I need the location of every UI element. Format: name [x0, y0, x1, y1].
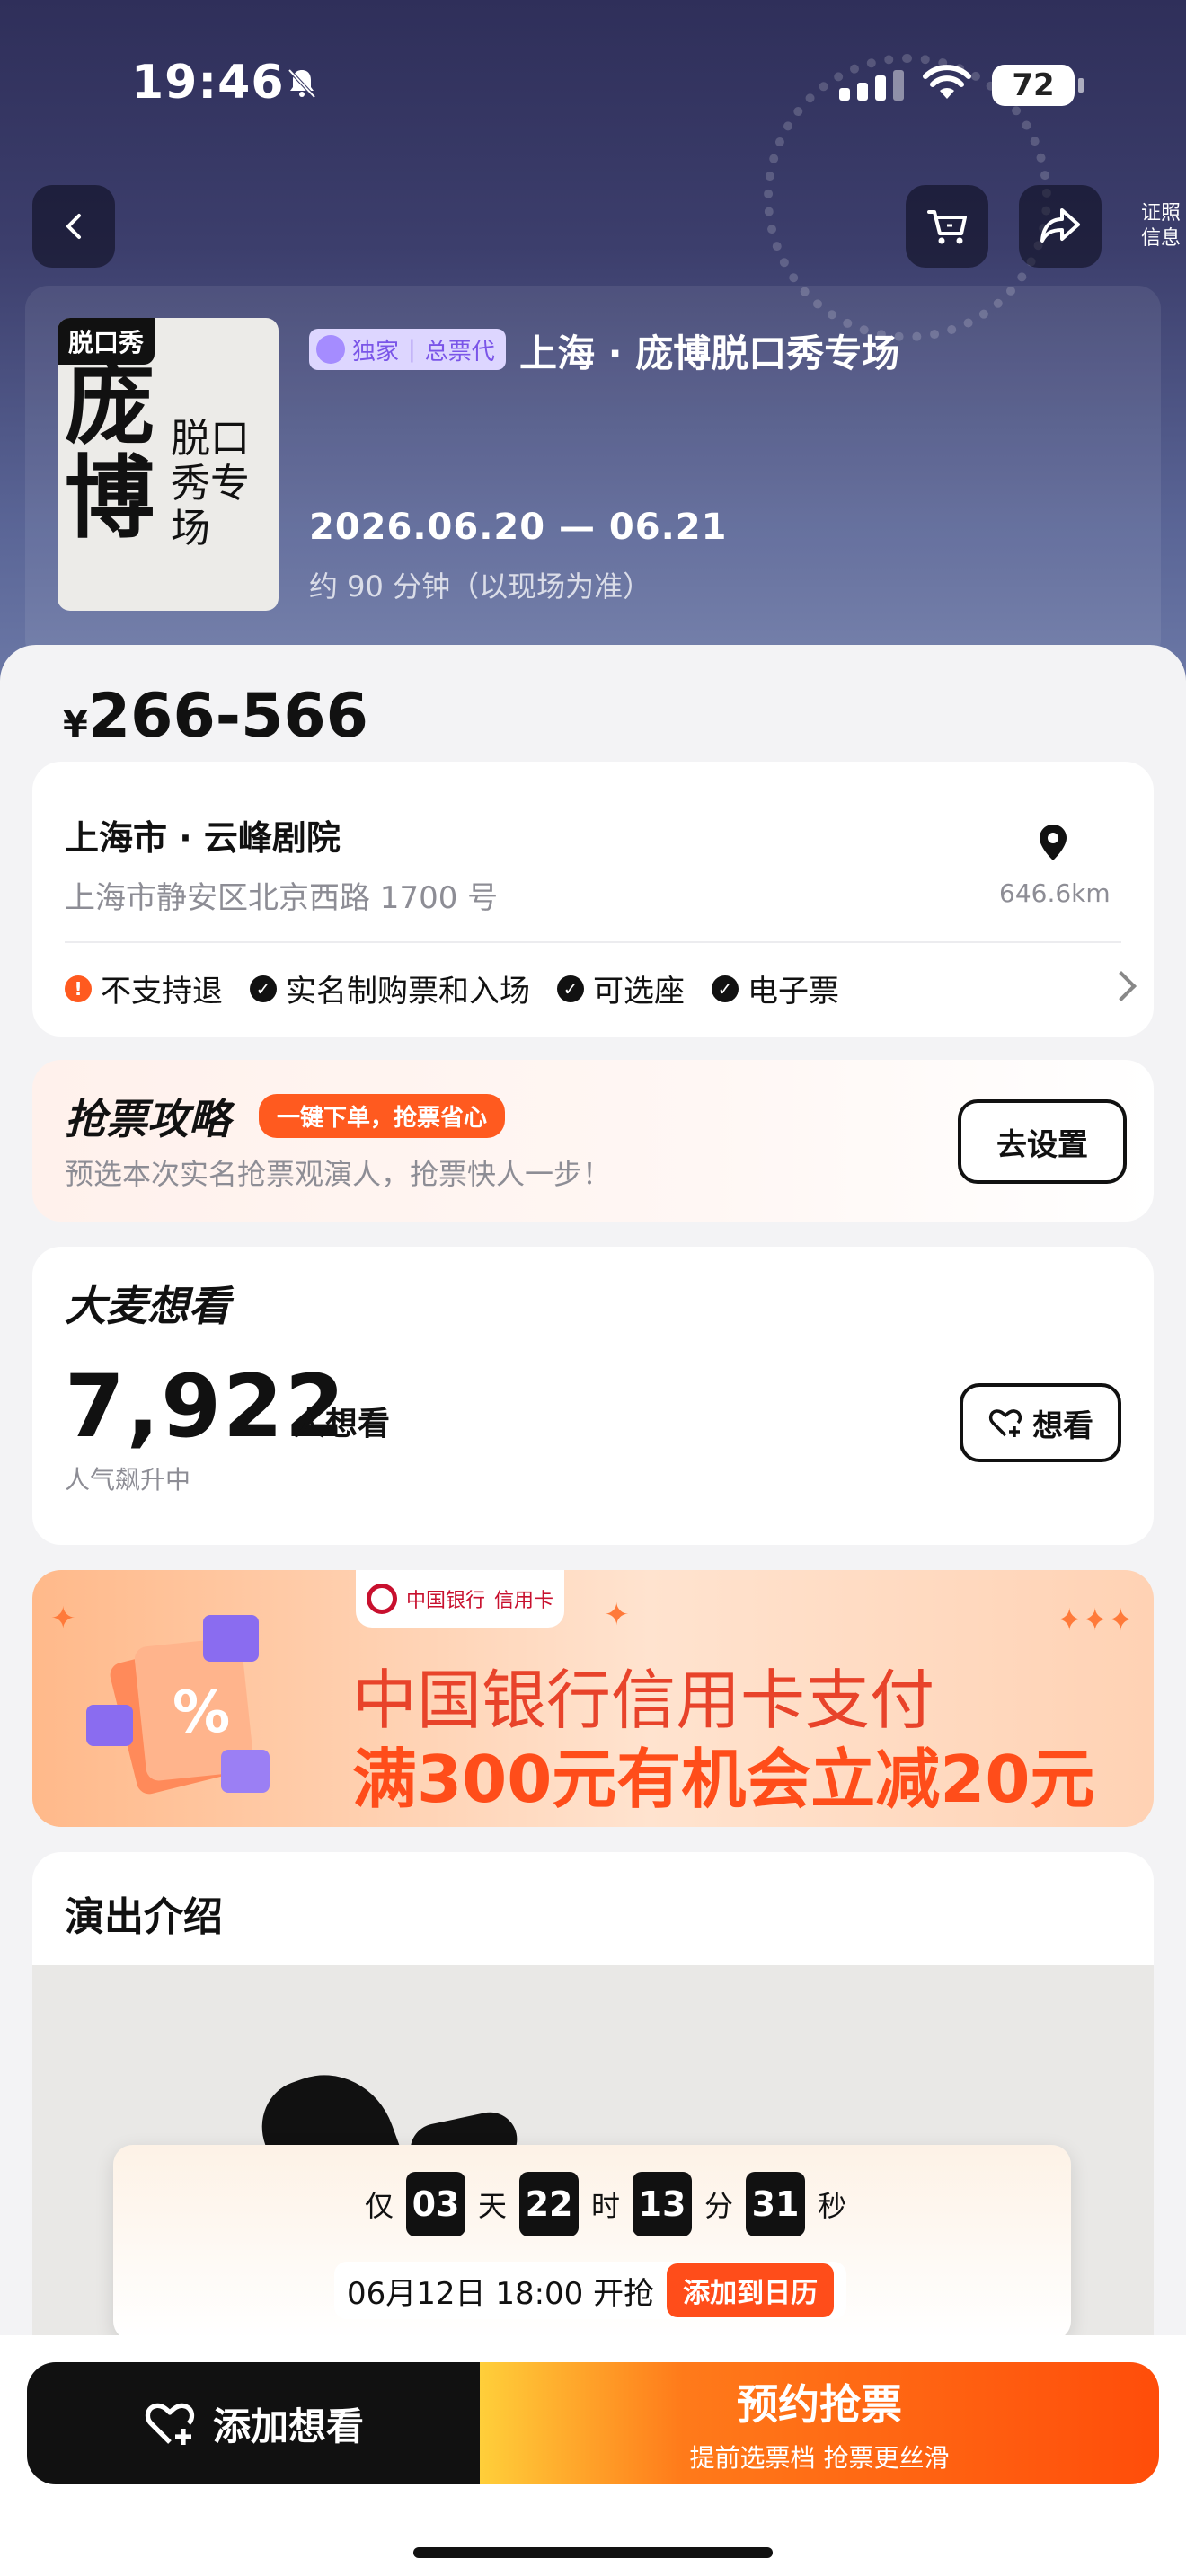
- policy-tag-real-name: ✓ 实名制购票和入场: [250, 966, 530, 1010]
- card-label: 信用卡: [494, 1590, 554, 1612]
- check-icon: ✓: [250, 975, 277, 1002]
- cart-icon: [927, 210, 967, 244]
- countdown-seconds-unit: 秒: [818, 2189, 847, 2223]
- share-icon: [1040, 208, 1080, 243]
- flower-icon: [316, 335, 345, 364]
- exclusive-badge: 独家 | 总票代: [309, 329, 506, 370]
- sparkle-icon: ✦: [50, 1601, 76, 1636]
- want-subtitle: 人气飙升中: [65, 1465, 191, 1495]
- policy-tag-no-refund: ! 不支持退: [65, 966, 223, 1010]
- badge-exclusive-label: 独家: [352, 338, 400, 366]
- add-want-label: 添加想看: [212, 2404, 364, 2448]
- poster-title-small: 脱口秀专场: [171, 416, 250, 551]
- heart-plus-icon: [988, 1409, 1022, 1437]
- intro-title: 演出介绍: [65, 1894, 223, 1940]
- heart-plus-icon: [145, 2403, 195, 2445]
- tips-tag: 一键下单，抢票省心: [259, 1094, 506, 1138]
- location-pin-icon[interactable]: [1031, 821, 1075, 864]
- show-title: 上海 · 庞博脱口秀专场: [519, 331, 900, 375]
- ticket-tips-card: 抢票攻略 一键下单，抢票省心 预选本次实名抢票观演人，抢票快人一步！ 去设置: [32, 1060, 1154, 1222]
- countdown-hours-unit: 时: [591, 2189, 621, 2223]
- check-icon: ✓: [557, 975, 584, 1002]
- status-bar: 19:46 72: [0, 0, 1186, 171]
- price-range: ¥266-566: [63, 681, 368, 752]
- policy-tag-label: 可选座: [593, 974, 685, 1010]
- sale-countdown-panel: 仅 03 天 22 时 13 分 31 秒 06月12日 18:00 开抢 添加…: [113, 2145, 1071, 2341]
- want-unit: 人想看: [293, 1406, 391, 1442]
- show-summary-card: 庞博 脱口秀专场 脱口秀 独家 | 总票代 上海 · 庞博脱口秀专场 2026.…: [25, 286, 1161, 663]
- venue-card[interactable]: 上海市 · 云峰剧院 上海市静安区北京西路 1700 号 646.6km ! 不…: [32, 762, 1154, 1037]
- show-poster[interactable]: 庞博 脱口秀专场 脱口秀: [58, 318, 279, 611]
- divider: [65, 941, 1121, 943]
- share-button[interactable]: [1019, 185, 1102, 268]
- add-to-calendar-button[interactable]: 添加到日历: [667, 2263, 835, 2317]
- badge-separator: |: [408, 336, 416, 363]
- check-icon: ✓: [712, 975, 739, 1002]
- reserve-label: 预约抢票: [737, 2380, 902, 2429]
- currency-symbol: ¥: [63, 704, 88, 745]
- home-indicator[interactable]: [413, 2547, 773, 2558]
- battery-indicator: 72: [992, 65, 1084, 106]
- venue-address: 上海市静安区北京西路 1700 号: [65, 880, 499, 916]
- policy-tag-seat-selection: ✓ 可选座: [557, 966, 685, 1010]
- reserve-ticket-button[interactable]: 预约抢票 提前选票档 抢票更丝滑: [480, 2362, 1159, 2484]
- countdown-days: 03: [406, 2172, 466, 2236]
- show-duration: 约 90 分钟（以现场为准）: [309, 569, 652, 604]
- chevron-left-icon: [66, 214, 81, 239]
- promo-offer: 满300元有机会立减20元: [352, 1742, 1095, 1817]
- policy-tag-label: 不支持退: [101, 974, 223, 1010]
- bank-logo-tab: 中国银行 信用卡: [356, 1570, 564, 1628]
- coupon-gift-illustration: %: [86, 1615, 270, 1795]
- ticket-policy-tags[interactable]: ! 不支持退 ✓ 实名制购票和入场 ✓ 可选座 ✓ 电子票: [65, 966, 839, 1010]
- warning-icon: !: [65, 975, 92, 1002]
- back-button[interactable]: [32, 185, 115, 268]
- price-value: 266-566: [87, 681, 368, 752]
- wifi-icon: [923, 65, 971, 99]
- venue-distance: 646.6km: [999, 878, 1111, 908]
- certificate-info-link[interactable]: 证照信息: [1136, 201, 1186, 251]
- poster-category-tag: 脱口秀: [58, 318, 155, 365]
- policy-tag-label: 实名制购票和入场: [286, 974, 530, 1010]
- tips-description: 预选本次实名抢票观演人，抢票快人一步！: [65, 1157, 612, 1191]
- chevron-right-icon[interactable]: [1106, 971, 1137, 1001]
- policy-tag-e-ticket: ✓ 电子票: [712, 966, 839, 1010]
- bell-muted-icon: [288, 68, 316, 99]
- countdown-minutes: 13: [633, 2172, 693, 2236]
- add-want-button[interactable]: 添加想看: [27, 2362, 480, 2484]
- want-to-see-button[interactable]: 想看: [960, 1383, 1121, 1462]
- want-title: 大麦想看: [65, 1282, 230, 1330]
- policy-tag-label: 电子票: [748, 974, 839, 1010]
- bank-name: 中国银行: [405, 1590, 485, 1612]
- reserve-sublabel: 提前选票档 抢票更丝滑: [689, 2443, 950, 2473]
- countdown-days-unit: 天: [478, 2189, 508, 2223]
- countdown-timer: 仅 03 天 22 时 13 分 31 秒: [365, 2172, 846, 2236]
- sale-open-time: 06月12日 18:00 开抢 添加到日历: [334, 2262, 847, 2319]
- countdown-hours: 22: [519, 2172, 580, 2236]
- tips-title: 抢票攻略: [65, 1095, 230, 1143]
- want-to-see-card: 大麦想看 7,922 人想看 人气飙升中 想看: [32, 1247, 1154, 1545]
- status-time: 19:46: [131, 56, 285, 110]
- svg-text:%: %: [173, 1680, 230, 1746]
- sparkle-icon: ✦: [604, 1597, 630, 1633]
- sparkle-icon: ✦✦✦: [1057, 1602, 1134, 1638]
- venue-name: 上海市 · 云峰剧院: [65, 818, 341, 858]
- countdown-prefix: 仅: [365, 2189, 394, 2223]
- bank-of-china-logo-icon: [366, 1584, 397, 1614]
- sale-open-time-label: 06月12日 18:00 开抢: [347, 2275, 655, 2312]
- want-button-label: 想看: [1032, 1407, 1093, 1444]
- show-date: 2026.06.20 — 06.21: [309, 507, 728, 548]
- countdown-minutes-unit: 分: [704, 2189, 734, 2223]
- poster-title-large: 庞博: [65, 351, 155, 551]
- go-settings-button[interactable]: 去设置: [958, 1099, 1127, 1184]
- badge-agent-label: 总票代: [424, 338, 495, 366]
- cellular-signal-icon: [839, 70, 904, 101]
- bank-promo-banner[interactable]: % 中国银行 信用卡 ✦ ✦ ✦✦✦ 中国银行信用卡支付 满300元有机会立减2…: [32, 1570, 1154, 1827]
- cart-button[interactable]: [906, 185, 988, 268]
- countdown-seconds: 31: [746, 2172, 806, 2236]
